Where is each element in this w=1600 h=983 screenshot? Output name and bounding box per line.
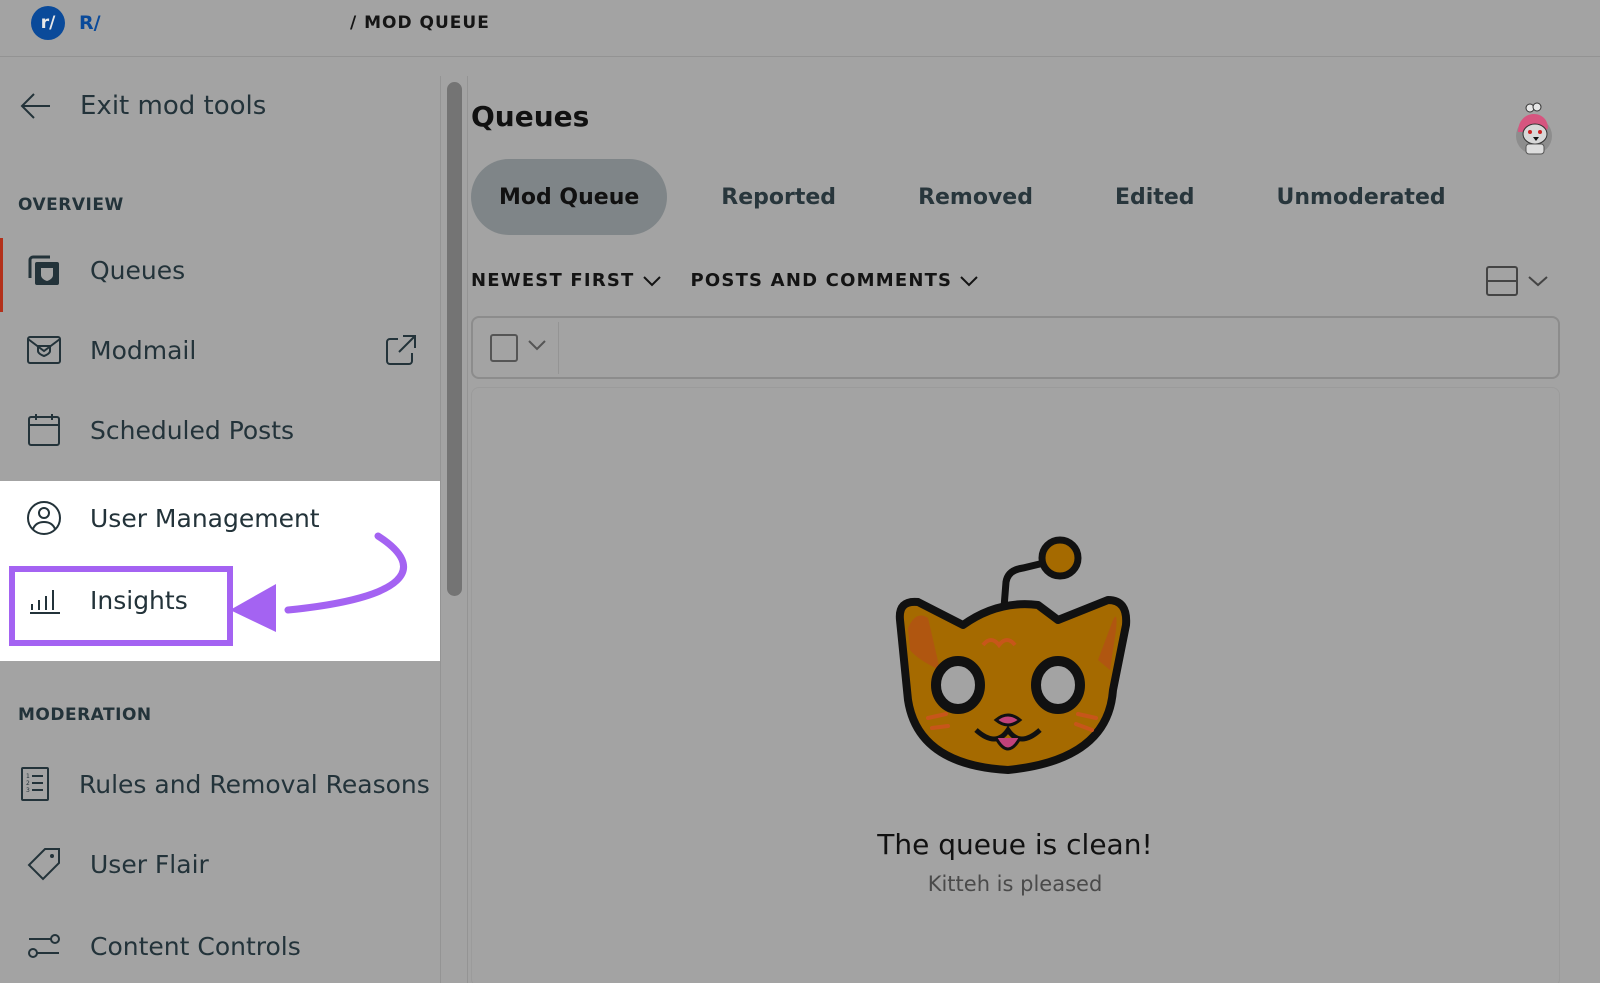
bulk-actions-bar bbox=[471, 316, 1560, 379]
exit-mod-tools-link[interactable]: Exit mod tools bbox=[18, 88, 266, 124]
sidebar-item-content-controls[interactable]: Content Controls bbox=[0, 914, 440, 978]
sort-dropdown[interactable]: NEWEST FIRST bbox=[471, 270, 661, 291]
svg-text:2: 2 bbox=[26, 780, 30, 787]
sidebar-scrollbar-thumb[interactable] bbox=[447, 82, 462, 596]
filter-bar: NEWEST FIRST POSTS AND COMMENTS bbox=[471, 270, 1008, 291]
sidebar-item-queues[interactable]: Queues bbox=[0, 238, 440, 302]
external-link-icon[interactable] bbox=[384, 333, 418, 367]
select-all-checkbox[interactable] bbox=[490, 334, 518, 362]
user-circle-icon bbox=[27, 501, 61, 535]
sliders-icon bbox=[28, 934, 60, 958]
user-avatar[interactable] bbox=[1510, 102, 1558, 158]
content-type-label: POSTS AND COMMENTS bbox=[690, 270, 953, 291]
svg-text:1: 1 bbox=[26, 773, 30, 780]
kitteh-mascot-icon bbox=[895, 536, 1131, 774]
tab-removed[interactable]: Removed bbox=[890, 159, 1061, 235]
svg-text:3: 3 bbox=[26, 787, 30, 794]
rules-list-icon: 123 bbox=[21, 767, 49, 801]
sidebar-item-label: Queues bbox=[90, 255, 186, 285]
breadcrumb: / MOD QUEUE bbox=[350, 13, 490, 33]
empty-state-title: The queue is clean! bbox=[877, 828, 1153, 861]
chevron-down-icon bbox=[960, 275, 978, 286]
chevron-down-icon bbox=[1528, 276, 1548, 287]
tab-unmoderated[interactable]: Unmoderated bbox=[1249, 159, 1474, 235]
top-bar: r/ R/ / MOD QUEUE bbox=[0, 0, 1600, 57]
tab-edited[interactable]: Edited bbox=[1087, 159, 1223, 235]
queues-icon bbox=[28, 255, 59, 285]
section-moderation-title: MODERATION bbox=[18, 705, 152, 725]
divider bbox=[558, 322, 559, 374]
sidebar-item-modmail[interactable]: Modmail bbox=[0, 318, 440, 382]
modmail-icon bbox=[27, 336, 61, 364]
section-overview-title: OVERVIEW bbox=[18, 195, 124, 215]
view-mode-dropdown[interactable] bbox=[1486, 265, 1548, 297]
tab-mod-queue[interactable]: Mod Queue bbox=[471, 159, 668, 235]
exit-mod-tools-label: Exit mod tools bbox=[80, 91, 267, 121]
sidebar-item-label: Scheduled Posts bbox=[90, 415, 295, 445]
tab-reported[interactable]: Reported bbox=[693, 159, 864, 235]
sidebar-item-label: Modmail bbox=[90, 335, 197, 365]
sidebar-item-scheduled-posts[interactable]: Scheduled Posts bbox=[0, 398, 440, 462]
layout-rows-icon bbox=[1486, 266, 1518, 296]
sidebar-item-label: Rules and Removal Reasons bbox=[79, 769, 430, 799]
sidebar-item-label: Content Controls bbox=[90, 931, 301, 961]
sidebar-item-rules[interactable]: 123 Rules and Removal Reasons bbox=[0, 752, 440, 816]
queue-tabs: Mod Queue Reported Removed Edited Unmode… bbox=[471, 159, 1500, 235]
page-title: Queues bbox=[471, 100, 590, 133]
content-type-dropdown[interactable]: POSTS AND COMMENTS bbox=[691, 270, 979, 291]
sort-label: NEWEST FIRST bbox=[471, 270, 635, 291]
chevron-down-icon[interactable] bbox=[527, 338, 547, 352]
chevron-down-icon bbox=[642, 275, 661, 286]
arrow-left-icon bbox=[20, 93, 50, 119]
empty-state-subtitle: Kitteh is pleased bbox=[927, 872, 1103, 896]
calendar-icon bbox=[28, 414, 60, 446]
annotation-arrow-icon bbox=[230, 532, 408, 632]
subreddit-name[interactable]: R/ bbox=[79, 12, 101, 34]
subreddit-logo-icon[interactable]: r/ bbox=[31, 6, 65, 40]
annotation-highlight-box bbox=[9, 566, 233, 646]
